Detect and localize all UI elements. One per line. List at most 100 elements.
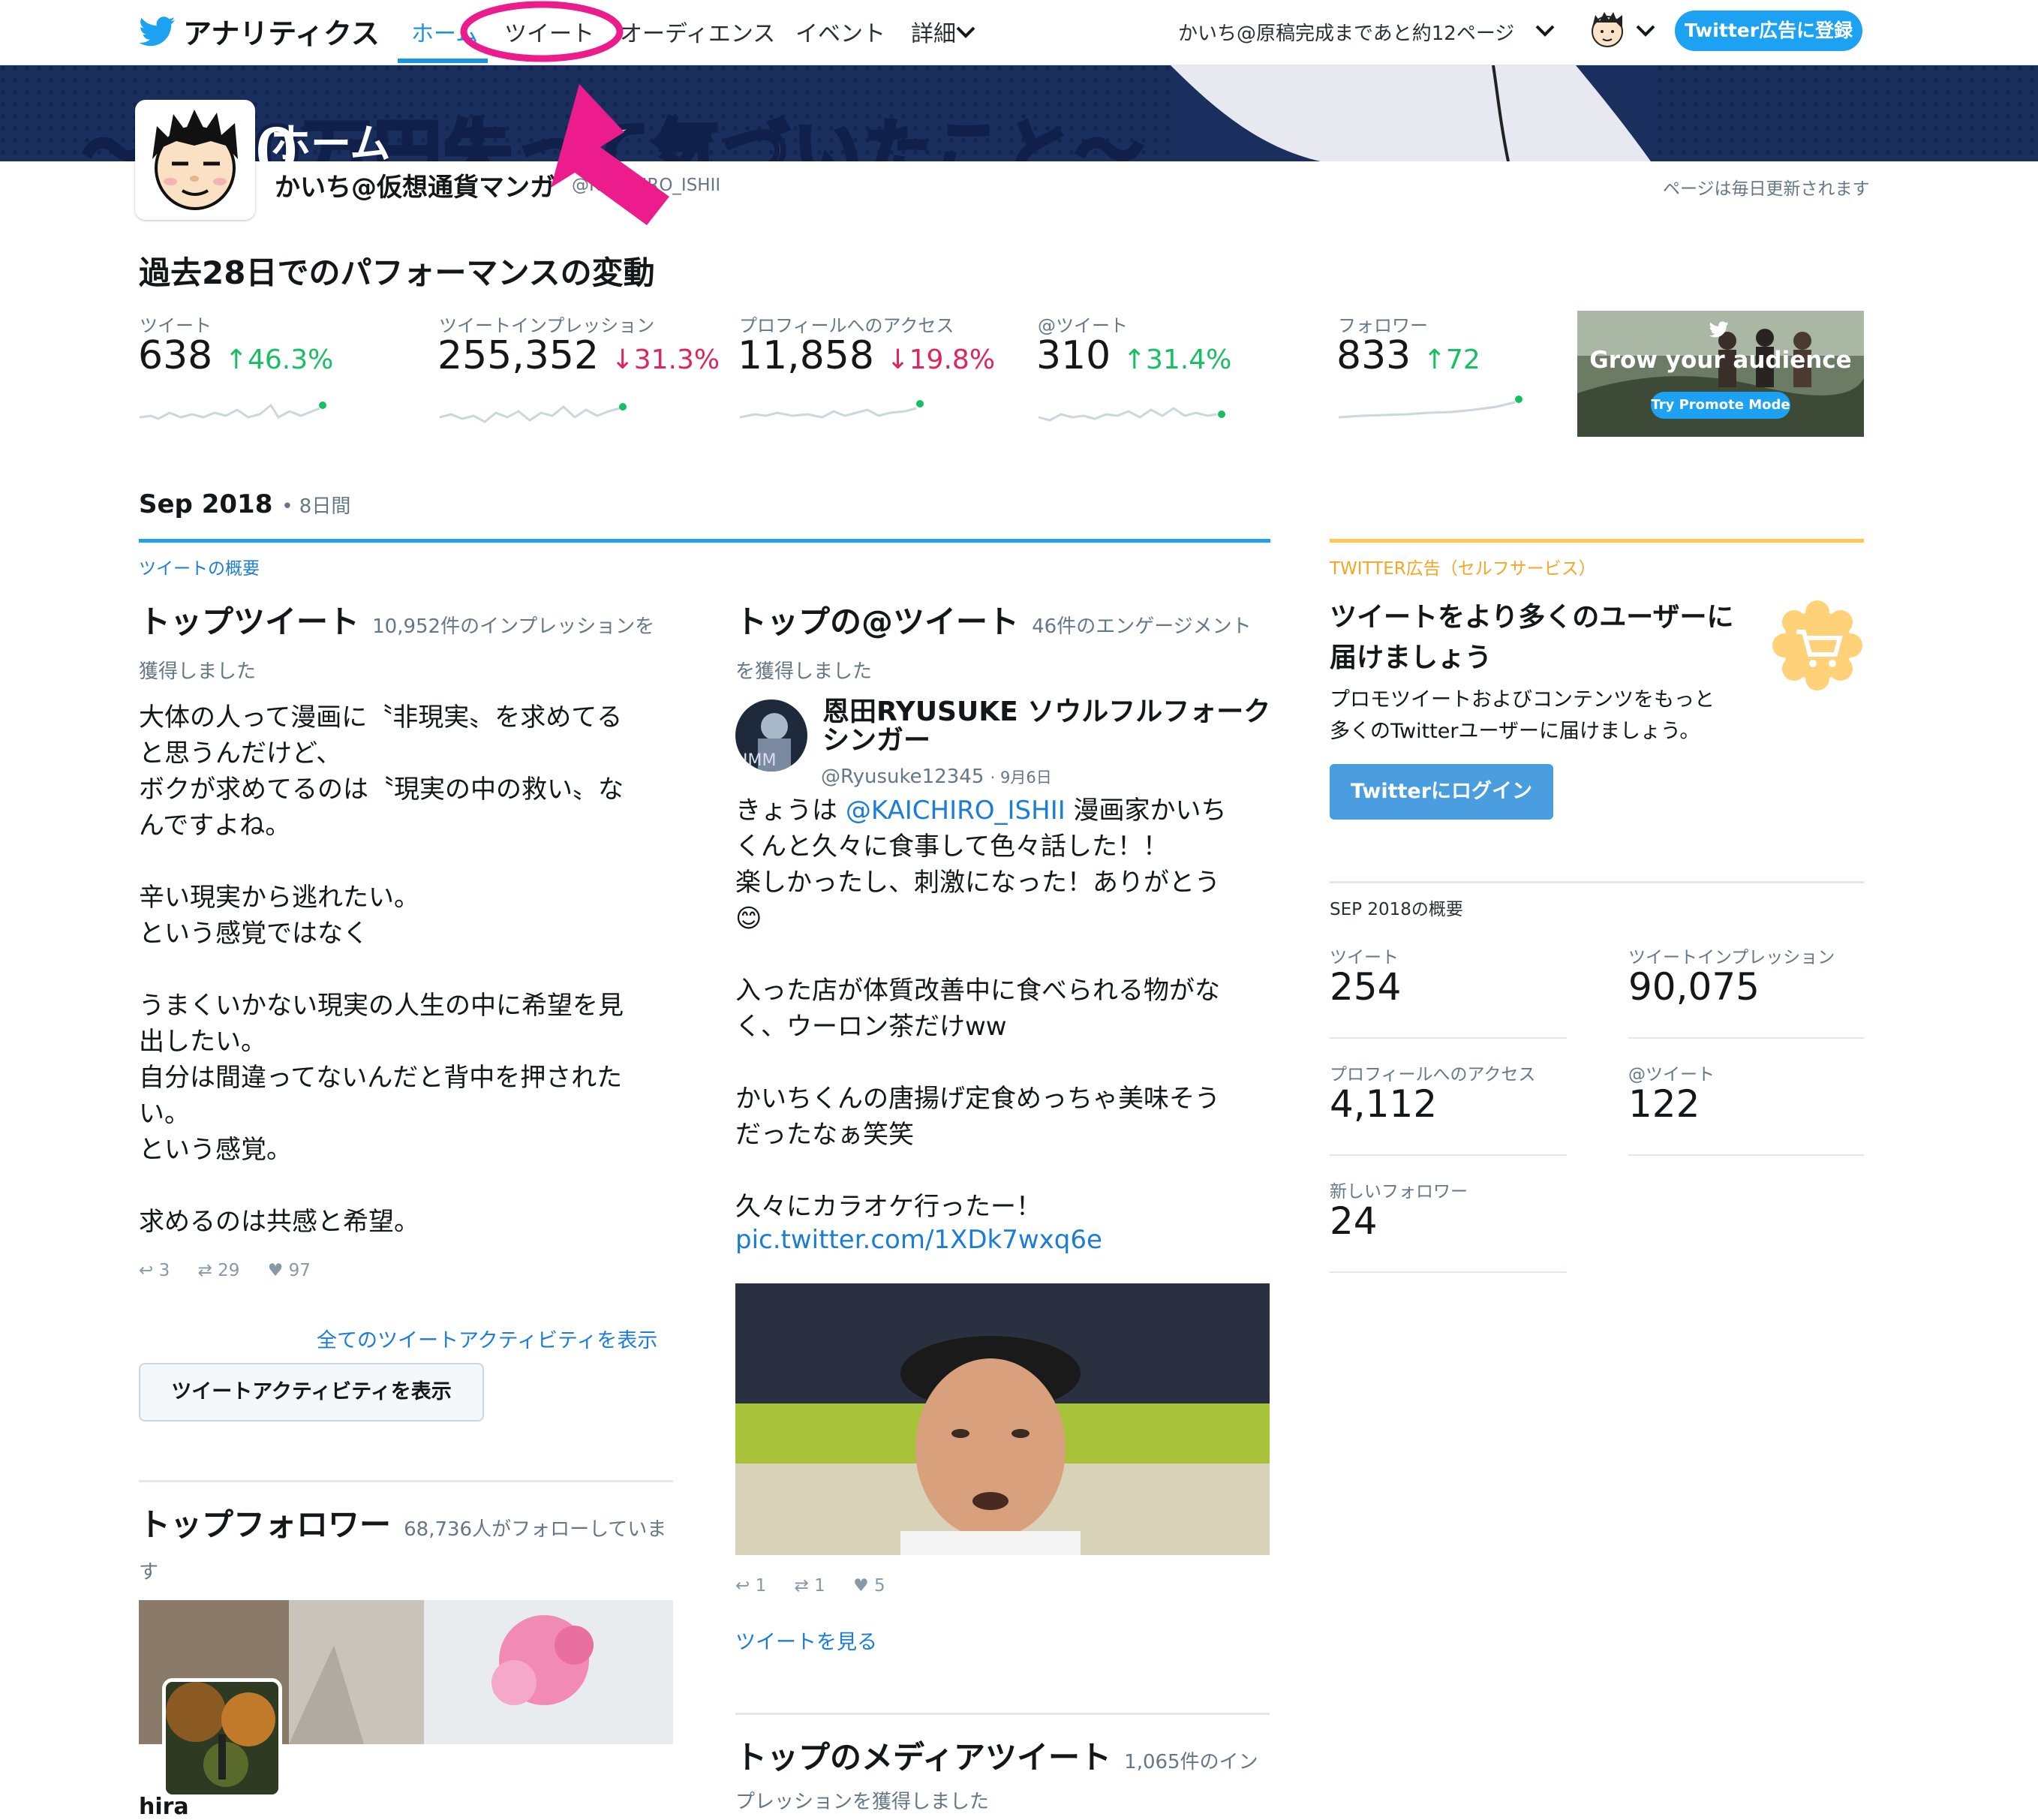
mention-link[interactable]: @KAICHIRO_ISHII [846,796,1066,826]
retweet-count: 29 [218,1261,240,1280]
tweet-overview-tab[interactable]: ツイートの概要 [139,554,260,579]
account-name[interactable]: かいち@原稿完成まであと約12ページ [1178,18,1514,46]
ads-title: ツイートをより多くのユーザーに 届けましょう [1330,597,1734,678]
all-tweet-activity-link[interactable]: 全てのツイートアクティビティを表示 [317,1324,657,1353]
chevron-down-icon[interactable] [1636,24,1655,38]
metric-value-followers: 833 ↑72 [1336,333,1480,378]
promote-signup-button[interactable]: Twitter広告に登録 [1675,11,1862,51]
top-follower-subtitle: 68,736人がフォローしていま [404,1518,667,1541]
metric-number: 255,352 [437,333,600,378]
sparkline-profile-visits [740,400,924,419]
shopping-cart-badge-icon [1772,600,1862,690]
update-note: ページは毎日更新されます [1663,179,1870,199]
nav-tab-events[interactable]: イベント [795,15,885,48]
mention-text: きょうは @KAICHIRO_ISHII 漫画家かいち くんと久々に食事して色々… [735,793,1276,1225]
mention-date[interactable]: · 9月6日 [990,769,1052,787]
reply-icon[interactable]: ↩ [139,1261,153,1280]
metric-change: 31.3% [633,344,720,375]
profile-avatar[interactable] [135,100,255,220]
top-tweet-text: 大体の人って漫画に〝非現実〟を求めてる と思うんだけど、 ボクが求めてるのは〝現… [139,702,624,1237]
summary-value-tweets: 254 [1330,965,1402,1009]
top-mention-header: トップの@ツイート 46件のエンゲージメント [735,597,1276,642]
mention-author-handle[interactable]: @Ryusuke12345 [821,766,984,788]
metric-number: 310 [1036,333,1111,378]
profile-banner: 〜300万円失って気づいたこと〜 ホーム [0,65,2038,161]
summary-divider [1330,1154,1567,1156]
summary-label-impressions: ツイートインプレッション [1628,948,1835,967]
banner-overlay-title: ホーム [270,120,391,161]
mention-text-line1: 漫画家かいち [1065,796,1227,826]
retweet-icon[interactable]: ⇄ [198,1261,212,1280]
summary-title: SEP 2018の概要 [1330,900,1463,919]
sparkline-followers [1339,396,1522,419]
month-title: Sep 2018 • 8日間 [139,489,350,519]
retweet-icon[interactable]: ⇄ [795,1576,809,1596]
ads-description-line1: プロモツイートおよびコンテンツをもっと [1330,688,1715,711]
cartoon-avatar-image [139,104,251,216]
promote-mode-ad[interactable]: Grow your audience Try Promote Mode [1577,311,1864,437]
top-follower-subtitle-2: す [139,1561,159,1584]
ads-description-line2: 多くのTwitterユーザーに届けましょう。 [1330,720,1700,743]
top-media-header: トップのメディアツイート 1,065件のイン [735,1732,1276,1778]
summary-label-profile-visits: プロフィールへのアクセス [1330,1065,1536,1084]
top-tweet-subtitle-2: 獲得しました [139,660,257,683]
annotation-arrow-overlay [460,1,669,225]
mention-author-avatar[interactable]: IMM [735,699,807,772]
chevron-down-icon[interactable] [1535,24,1555,38]
view-tweet-activity-button[interactable]: ツイートアクティビティを表示 [139,1363,484,1421]
mention-text-body: くんと久々に食事して色々話した！！ 楽しかったし、刺激になった！ありがとう 😊 … [735,832,1220,1222]
brand-title[interactable]: アナリティクス [183,11,380,52]
mention-photo[interactable] [735,1283,1270,1555]
ads-rule [1330,539,1864,543]
top-follower-header: トップフォロワー 68,736人がフォローしていま [139,1500,679,1545]
summary-divider [1628,1154,1864,1156]
ads-title-line1: ツイートをより多くのユーザーに [1330,602,1734,633]
twitter-login-button[interactable]: Twitterにログイン [1330,764,1553,820]
metric-number: 11,858 [738,333,874,378]
twitter-bird-icon[interactable] [140,17,176,47]
svg-text:IMM: IMM [743,751,776,770]
metric-change: 31.4% [1145,344,1232,375]
trend-down-indicator: ↓19.8% [886,344,996,375]
top-media-subtitle-2: プレッションを獲得しました [735,1791,990,1813]
mention-pic-link[interactable]: pic.twitter.com/1XDk7wxq6e [735,1225,1102,1255]
metric-value-profile-visits: 11,858 ↓19.8% [738,333,995,378]
summary-rule [1330,881,1864,883]
top-mention-subtitle: 46件のエンゲージメント [1032,615,1252,638]
summary-value-mentions: 122 [1628,1082,1700,1126]
like-icon[interactable]: ♥ [268,1261,284,1280]
section-divider [735,1713,1270,1715]
like-icon[interactable]: ♥ [853,1576,869,1596]
mention-text-prefix: きょうは [735,796,846,826]
mention-author-name-line1: 恩田RYUSUKE ソウルフルフォーク [822,696,1271,727]
follower-name[interactable]: hira [139,1794,189,1820]
user-avatar-small[interactable] [1586,9,1628,51]
view-tweet-link[interactable]: ツイートを見る [735,1626,877,1655]
ad-headline: Grow your audience [1589,347,1852,374]
chevron-down-icon[interactable] [956,26,975,39]
like-count: 97 [288,1261,311,1280]
reply-icon[interactable]: ↩ [735,1576,750,1596]
nav-tab-more[interactable]: 詳細 [911,15,956,48]
month-days: • 8日間 [281,495,351,518]
metric-change: 19.8% [909,344,996,375]
mention-author-name-line2: シンガー [822,725,931,756]
summary-value-impressions: 90,075 [1628,965,1760,1009]
top-follower-title: トップフォロワー [139,1506,392,1543]
ads-tab[interactable]: TWITTER広告（セルフサービス） [1330,554,1596,579]
try-promote-mode-button[interactable]: Try Promote Mode [1651,392,1790,419]
metric-value-tweets: 638 ↑46.3% [138,333,333,378]
trend-up-indicator: ↑31.4% [1123,344,1232,375]
metric-change: 46.3% [247,344,334,375]
metric-change: 72 [1445,344,1480,375]
summary-label-new-followers: 新しいフォロワー [1330,1182,1468,1202]
summary-value-new-followers: 24 [1330,1199,1378,1243]
section-divider [139,1480,673,1482]
top-tweet-header: トップツイート 10,952件のインプレッションを [139,597,679,642]
summary-divider [1628,1037,1864,1039]
summary-label-mentions: @ツイート [1628,1065,1715,1084]
reply-count: 1 [755,1576,767,1596]
summary-label-tweets: ツイート [1330,948,1399,967]
mention-author-name[interactable]: 恩田RYUSUKE ソウルフルフォーク シンガー [822,698,1270,755]
follower-avatar[interactable] [162,1678,282,1798]
